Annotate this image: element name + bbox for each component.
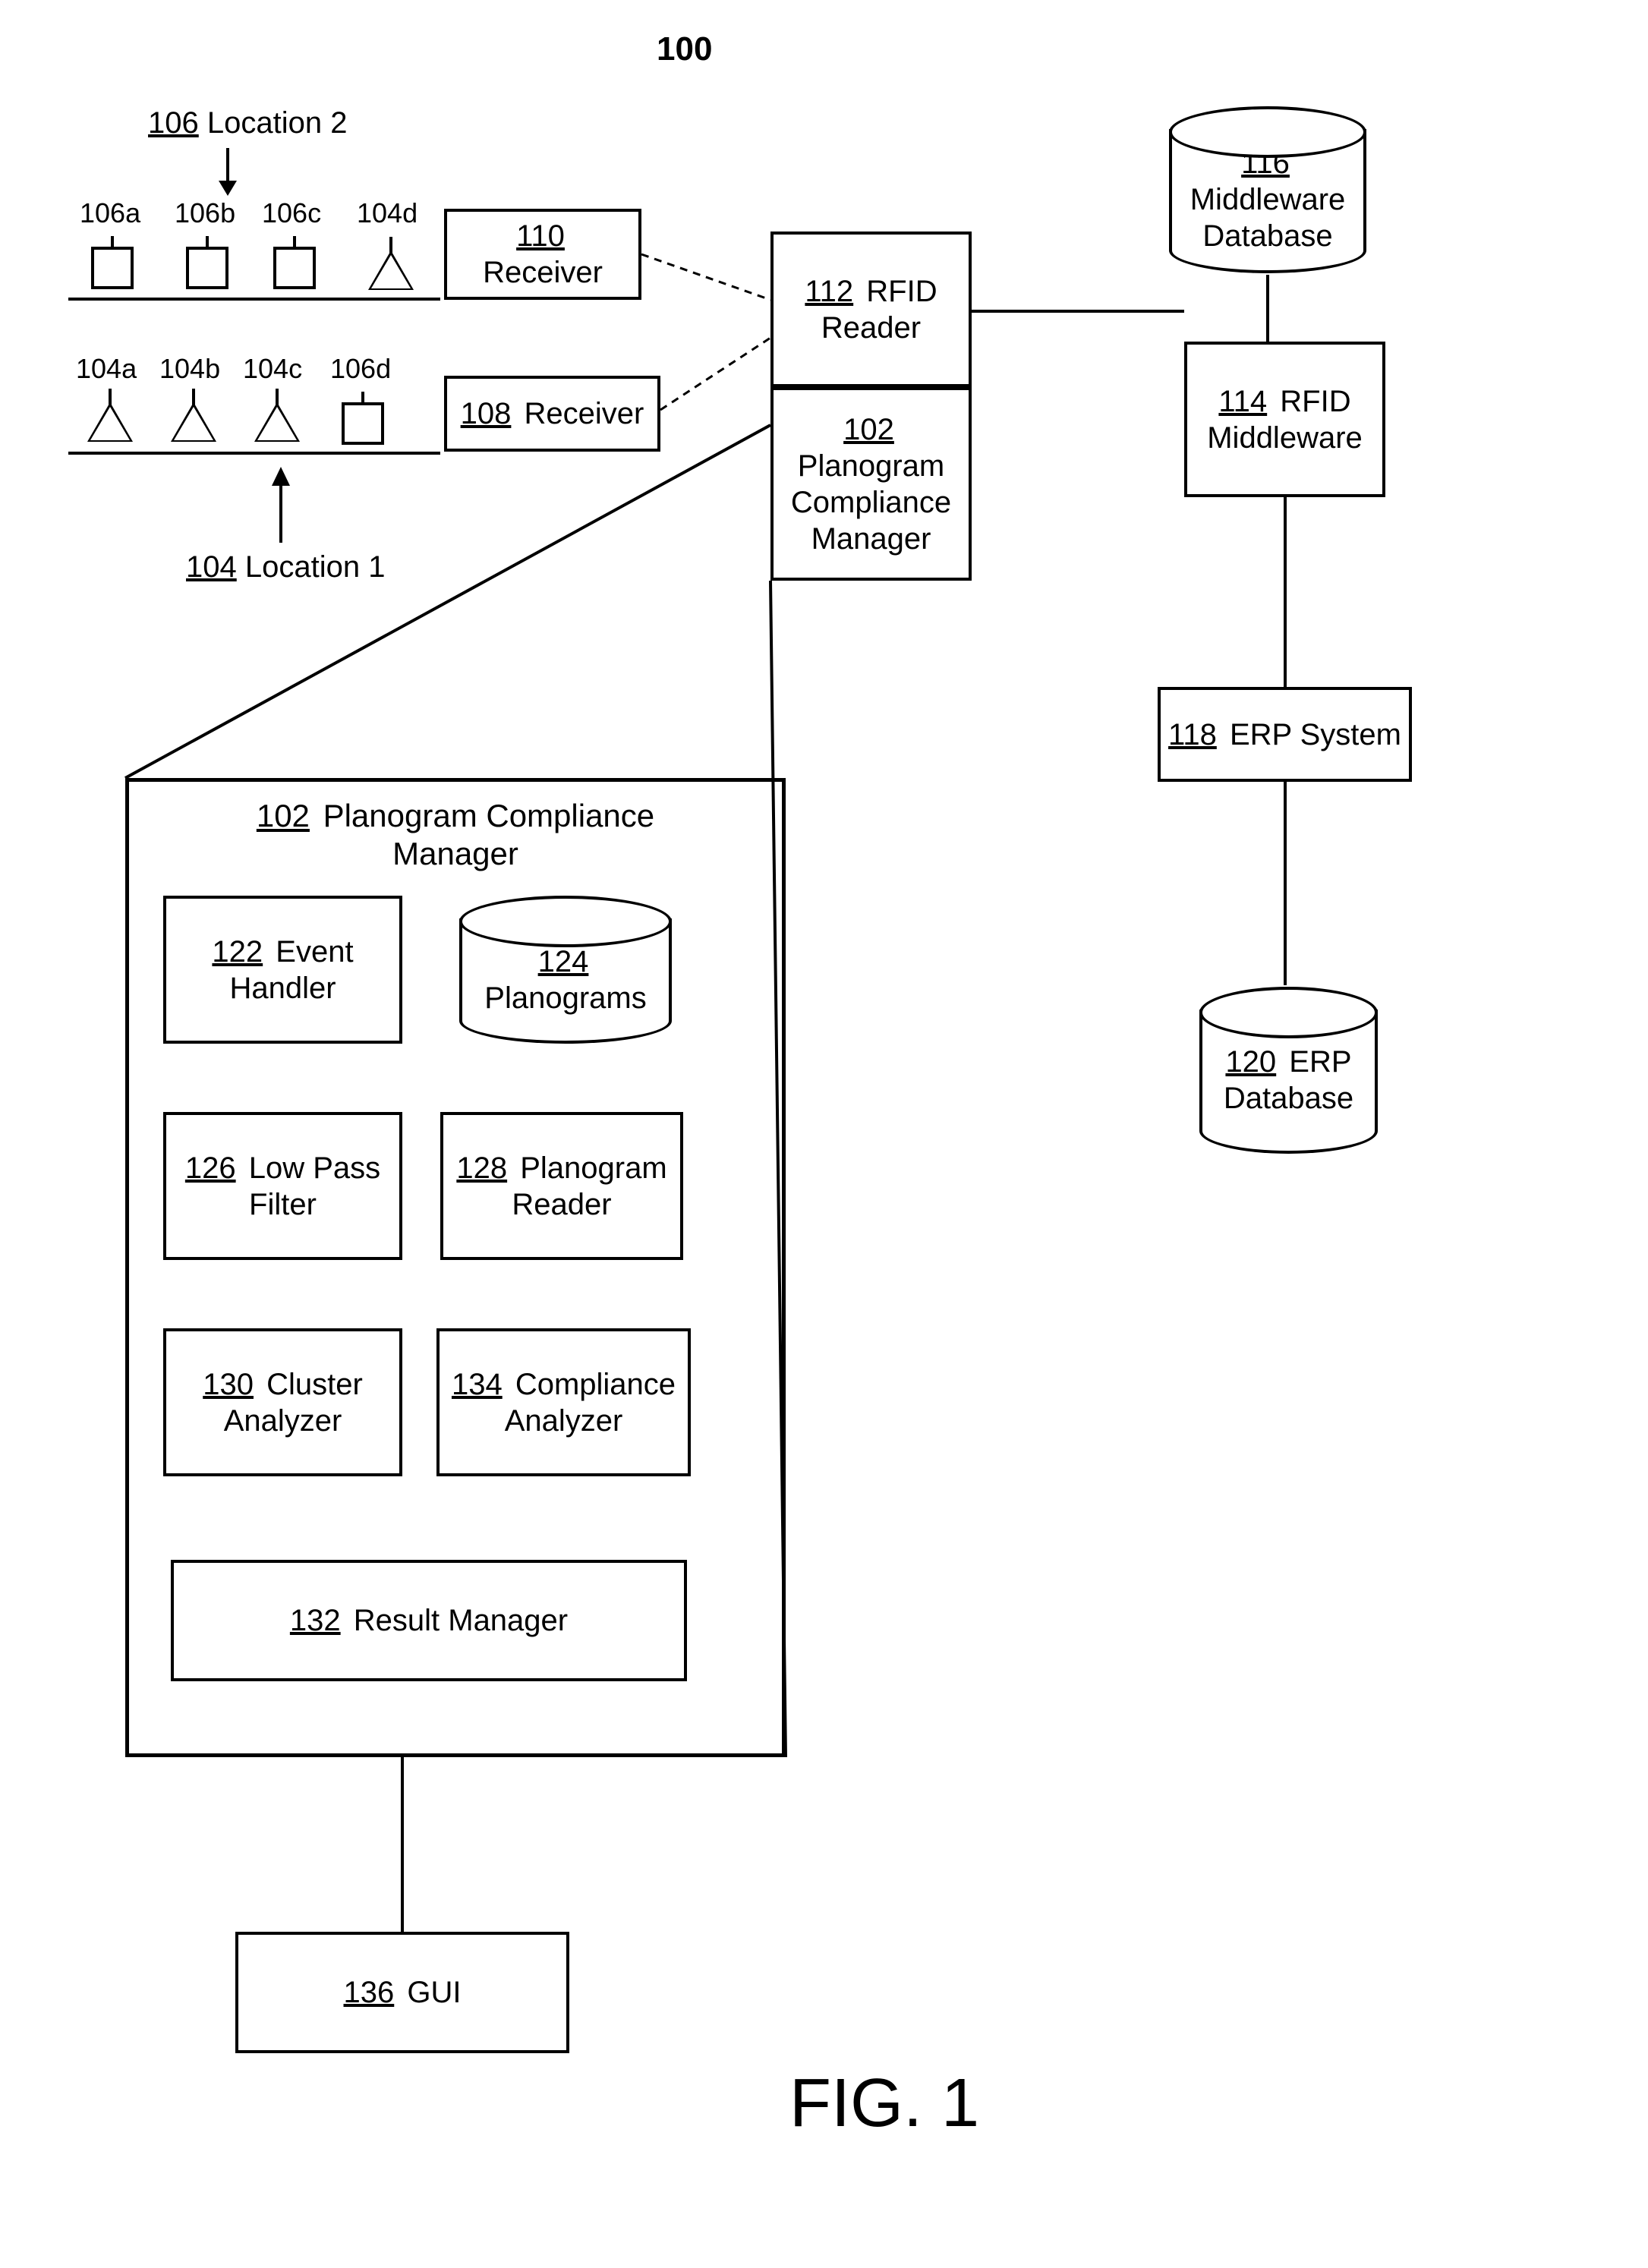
tag-label-106c: 106c bbox=[262, 197, 321, 229]
middleware-db-cylinder: 116 Middleware Database bbox=[1169, 129, 1366, 273]
receiver-110-box: 110 Receiver bbox=[444, 209, 641, 300]
location1-label: 104 Location 1 bbox=[186, 550, 385, 584]
square-tag-icon bbox=[273, 247, 316, 289]
square-tag-icon bbox=[91, 247, 134, 289]
erp-system-box: 118 ERP System bbox=[1158, 687, 1412, 782]
gui-box: 136 GUI bbox=[235, 1932, 569, 2053]
triangle-tag-icon bbox=[171, 402, 216, 442]
planogram-reader-box: 128 Planogram Reader bbox=[440, 1112, 683, 1260]
figure-caption: FIG. 1 bbox=[789, 2065, 979, 2143]
square-tag-icon bbox=[342, 402, 384, 445]
lowpass-filter-box: 126 Low Pass Filter bbox=[163, 1112, 402, 1260]
event-handler-box: 122 Event Handler bbox=[163, 896, 402, 1044]
triangle-tag-icon bbox=[87, 402, 133, 442]
figure-number: 100 bbox=[657, 30, 712, 68]
tag-label-106d: 106d bbox=[330, 353, 391, 385]
shelf1-line bbox=[68, 452, 440, 455]
triangle-tag-icon bbox=[254, 402, 300, 442]
triangle-tag-icon bbox=[368, 250, 414, 290]
tag-label-104b: 104b bbox=[159, 353, 220, 385]
tag-label-104a: 104a bbox=[76, 353, 137, 385]
rfid-reader-box: 112 RFID Reader bbox=[770, 232, 972, 387]
cluster-analyzer-box: 130 Cluster Analyzer bbox=[163, 1328, 402, 1476]
shelf2-line bbox=[68, 298, 440, 301]
tag-label-106b: 106b bbox=[175, 197, 235, 229]
receiver-108-box: 108 Receiver bbox=[444, 376, 660, 452]
tag-label-104d: 104d bbox=[357, 197, 418, 229]
erp-db-cylinder: 120 ERP Database bbox=[1199, 1010, 1378, 1154]
pcm-small-box: 102 Planogram Compliance Manager bbox=[770, 387, 972, 581]
compliance-analyzer-box: 134 Compliance Analyzer bbox=[436, 1328, 691, 1476]
result-manager-box: 132 Result Manager bbox=[171, 1560, 687, 1681]
planograms-cylinder: 124 Planograms bbox=[459, 918, 672, 1044]
rfid-middleware-box: 114 RFID Middleware bbox=[1184, 342, 1385, 497]
tag-label-104c: 104c bbox=[243, 353, 302, 385]
location2-label: 106 Location 2 bbox=[148, 106, 347, 140]
tag-label-106a: 106a bbox=[80, 197, 140, 229]
square-tag-icon bbox=[186, 247, 228, 289]
